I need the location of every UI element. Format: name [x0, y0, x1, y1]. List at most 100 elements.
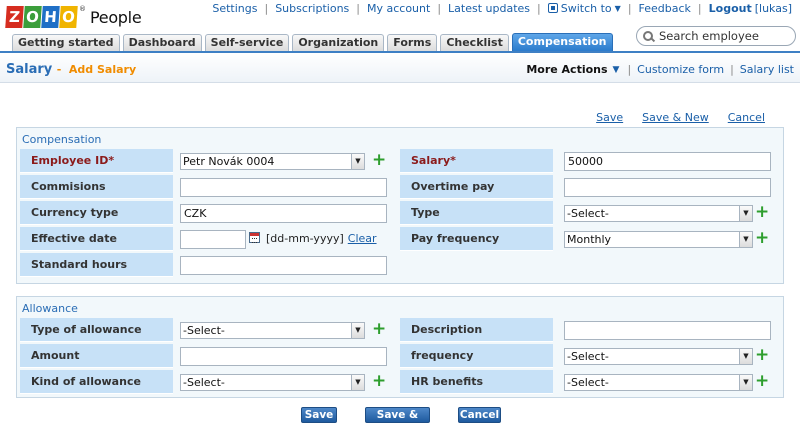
type-of-allowance-label: Type of allowance: [20, 318, 173, 342]
logo-letter: O: [23, 6, 42, 28]
subscriptions-link[interactable]: Subscriptions: [275, 2, 349, 15]
zoho-people-logo[interactable]: Z O H O ® People: [5, 4, 142, 30]
form-row: Standard hours: [20, 253, 780, 277]
add-employee-icon[interactable]: +: [372, 151, 386, 169]
hr-benefits-select[interactable]: -Select- ▼: [564, 374, 753, 391]
logo-letter: O: [59, 6, 78, 28]
chevron-down-icon[interactable]: ▼: [615, 4, 621, 13]
commisions-input[interactable]: [180, 178, 387, 197]
clear-date-link[interactable]: Clear: [348, 232, 377, 245]
add-allowance-type-icon[interactable]: +: [372, 320, 386, 338]
form-row: Amount frequency -Select- ▼ +: [20, 344, 780, 368]
tab-dashboard[interactable]: Dashboard: [122, 34, 202, 51]
dropdown-arrow-icon[interactable]: ▼: [739, 349, 752, 364]
amount-label: Amount: [20, 344, 173, 368]
currency-type-input[interactable]: CZK: [180, 204, 387, 223]
switch-to-icon: [547, 3, 558, 13]
description-label: Description: [400, 318, 553, 342]
dropdown-arrow-icon[interactable]: ▼: [739, 206, 752, 221]
dropdown-arrow-icon[interactable]: ▼: [739, 375, 752, 390]
description-input[interactable]: [564, 321, 771, 340]
cancel-link[interactable]: Cancel: [728, 111, 765, 124]
customize-form-link[interactable]: Customize form: [637, 63, 724, 76]
tab-compensation[interactable]: Compensation: [511, 33, 613, 51]
overtime-pay-input[interactable]: [564, 178, 771, 197]
search-icon: [643, 31, 653, 41]
form-top-actions: Save Save & New Cancel: [577, 111, 765, 124]
hr-benefits-label: HR benefits: [400, 370, 553, 394]
search-box[interactable]: [636, 26, 796, 46]
frequency-select[interactable]: -Select- ▼: [564, 348, 753, 365]
currency-type-label: Currency type: [20, 201, 173, 225]
add-frequency-icon[interactable]: +: [755, 346, 769, 364]
form-row: Currency type CZK Type -Select- ▼ +: [20, 201, 780, 225]
type-label: Type: [400, 201, 553, 225]
logout-link[interactable]: Logout: [709, 2, 752, 15]
employee-id-select[interactable]: Petr Novák 0004 ▼: [180, 153, 365, 170]
search-input[interactable]: [659, 29, 789, 43]
save-button[interactable]: Save: [301, 407, 337, 423]
add-kind-icon[interactable]: +: [372, 372, 386, 390]
section-title: Allowance: [22, 302, 78, 315]
save-new-button[interactable]: Save & New: [365, 407, 430, 432]
effective-date-input[interactable]: [180, 230, 246, 249]
dropdown-arrow-icon[interactable]: ▼: [351, 154, 364, 169]
page-actions: More Actions ▼ | Customize form | Salary…: [526, 63, 794, 76]
tab-organization[interactable]: Organization: [292, 34, 385, 51]
add-hr-benefit-icon[interactable]: +: [755, 372, 769, 390]
tab-getting-started[interactable]: Getting started: [12, 34, 120, 51]
logo-product-name: People: [90, 7, 142, 27]
dropdown-arrow-icon[interactable]: ▼: [739, 232, 752, 247]
cancel-button[interactable]: Cancel: [458, 407, 501, 423]
standard-hours-input[interactable]: [180, 256, 387, 275]
feedback-link[interactable]: Feedback: [639, 2, 691, 15]
type-of-allowance-select[interactable]: -Select- ▼: [180, 322, 365, 339]
pay-frequency-select[interactable]: Monthly ▼: [564, 231, 753, 248]
kind-of-allowance-label: Kind of allowance: [20, 370, 173, 394]
add-pay-frequency-icon[interactable]: +: [755, 229, 769, 247]
form-row: Effective date [dd-mm-yyyy] Clear Pay fre…: [20, 227, 780, 251]
settings-link[interactable]: Settings: [212, 2, 257, 15]
page-subtitle: Add Salary: [68, 63, 137, 76]
tab-checklist[interactable]: Checklist: [440, 34, 509, 51]
page-title-text: Salary: [6, 62, 53, 77]
form-row: Kind of allowance -Select- ▼ + HR benefi…: [20, 370, 780, 394]
app-header: Z O H O ® People Settings | Subscription…: [0, 0, 800, 52]
add-type-icon[interactable]: +: [755, 203, 769, 221]
dropdown-arrow-icon[interactable]: ▼: [351, 323, 364, 338]
tab-forms[interactable]: Forms: [387, 34, 438, 51]
page-title: Salary - Add Salary: [6, 62, 136, 77]
logo-registered-mark: ®: [79, 5, 86, 13]
my-account-link[interactable]: My account: [367, 2, 430, 15]
standard-hours-label: Standard hours: [20, 253, 173, 277]
section-title: Compensation: [22, 133, 102, 146]
main-tabs: Getting started Dashboard Self-service O…: [12, 33, 616, 51]
more-actions-menu[interactable]: More Actions: [526, 63, 607, 76]
tab-self-service[interactable]: Self-service: [204, 34, 290, 51]
compensation-section: Compensation Employee ID* Petr Novák 000…: [16, 127, 784, 284]
calendar-icon[interactable]: [249, 232, 260, 243]
frequency-label: frequency: [400, 344, 553, 368]
date-format-hint: [dd-mm-yyyy] Clear: [266, 232, 377, 245]
allowance-section: Allowance Type of allowance -Select- ▼ +…: [16, 296, 784, 398]
current-user: [lukas]: [754, 1, 792, 15]
chevron-down-icon[interactable]: ▼: [613, 65, 620, 75]
logo-letter: H: [41, 6, 60, 28]
dropdown-arrow-icon[interactable]: ▼: [351, 375, 364, 390]
kind-of-allowance-select[interactable]: -Select- ▼: [180, 374, 365, 391]
pay-frequency-label: Pay frequency: [400, 227, 553, 251]
latest-updates-link[interactable]: Latest updates: [448, 2, 530, 15]
top-links: Settings | Subscriptions | My account | …: [212, 1, 792, 15]
switch-to-menu[interactable]: Switch to: [561, 2, 612, 15]
employee-id-label: Employee ID*: [20, 149, 173, 173]
amount-input[interactable]: [180, 347, 387, 366]
overtime-pay-label: Overtime pay: [400, 175, 553, 199]
salary-input[interactable]: 50000: [564, 152, 771, 171]
type-select[interactable]: -Select- ▼: [564, 205, 753, 222]
save-new-link[interactable]: Save & New: [642, 111, 709, 124]
page-subheader: Salary - Add Salary More Actions ▼ | Cus…: [0, 53, 800, 83]
form-row: Commisions Overtime pay: [20, 175, 780, 199]
save-link[interactable]: Save: [596, 111, 623, 124]
form-row: Type of allowance -Select- ▼ + Descripti…: [20, 318, 780, 342]
salary-list-link[interactable]: Salary list: [740, 63, 794, 76]
